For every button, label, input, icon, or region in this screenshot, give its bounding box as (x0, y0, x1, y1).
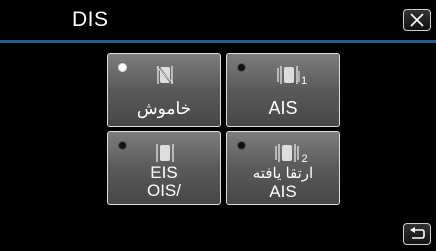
icon-subscript: 2 (301, 153, 308, 165)
stabilizer-off-icon (146, 58, 184, 88)
icon-subscript: 1 (300, 75, 308, 87)
header-bar: DIS (0, 0, 436, 43)
option-label: خاموش (136, 99, 192, 118)
close-button[interactable] (403, 9, 431, 31)
unselected-indicator (118, 141, 127, 150)
close-icon (410, 13, 424, 27)
option-label-line-2: AIS (269, 182, 297, 201)
unselected-indicator (237, 141, 246, 150)
option-label-line-1: ارتقا يافته (252, 165, 314, 182)
option-label-line-1: EIS (150, 163, 178, 182)
ais-1-icon: 1 (269, 58, 313, 88)
page-title: DIS (72, 8, 109, 31)
eis-ois-icon (146, 136, 184, 166)
dis-settings-screen: DIS خاموش 1 AIS EIS OIS/ 2 ارتقا يافته A… (0, 0, 436, 251)
option-ais-button[interactable]: 1 AIS (226, 53, 340, 127)
option-label: AIS (268, 98, 298, 118)
return-icon (410, 227, 425, 239)
option-label-line-2: OIS/ (146, 181, 181, 200)
selected-indicator (118, 63, 127, 72)
ais-2-icon: 2 (269, 136, 313, 166)
back-button[interactable] (403, 223, 431, 245)
option-eis-ois-button[interactable]: EIS OIS/ (107, 131, 221, 205)
option-enhanced-ais-button[interactable]: 2 ارتقا يافته AIS (226, 131, 340, 205)
unselected-indicator (237, 63, 246, 72)
option-off-button[interactable]: خاموش (107, 53, 221, 127)
dis-option-grid: خاموش 1 AIS EIS OIS/ 2 ارتقا يافته AIS (107, 53, 340, 205)
